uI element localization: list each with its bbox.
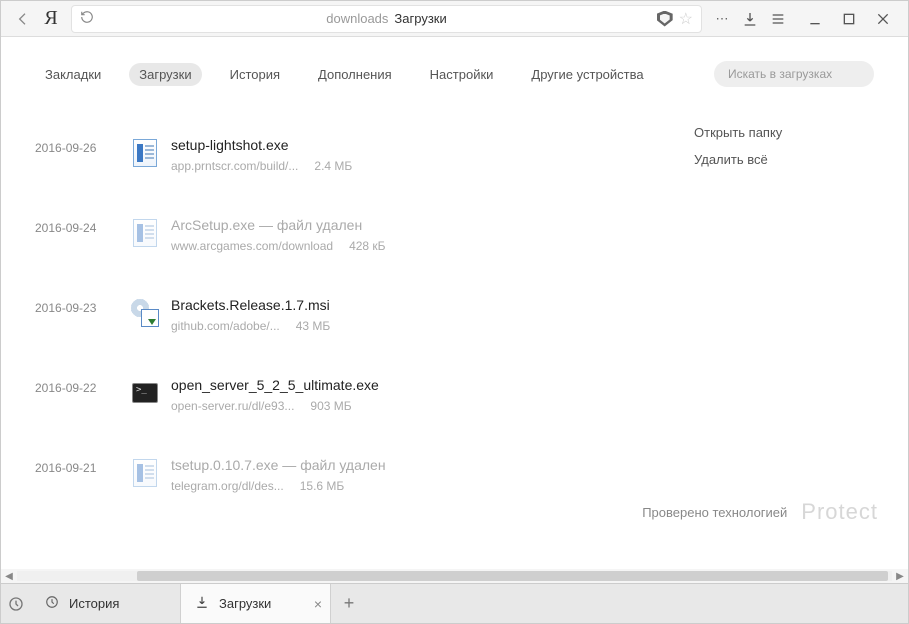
status-bar: Проверено технологией Protect [1, 495, 896, 529]
open-folder-link[interactable]: Открыть папку [694, 125, 874, 140]
yandex-logo[interactable]: Я [37, 5, 65, 33]
download-filename: ArcSetup.exe — файл удален [171, 217, 694, 233]
download-date: 2016-09-22 [35, 377, 129, 413]
status-text: Проверено технологией [642, 505, 787, 520]
downloads-list: 2016-09-26 setup-lightshot.exe app.prntscr… [35, 115, 694, 515]
download-date: 2016-09-26 [35, 137, 129, 173]
download-size: 43 МБ [296, 319, 331, 333]
nav-row: Закладки Загрузки История Дополнения Настрой… [1, 37, 908, 105]
address-title: Загрузки [394, 11, 446, 26]
download-row[interactable]: 2016-09-22 open_server_5_2_5_ultimate.exe… [35, 355, 694, 435]
nav-tab-5[interactable]: Другие устройства [521, 63, 653, 86]
nav-tab-2[interactable]: История [220, 63, 290, 86]
download-size: 428 кБ [349, 239, 385, 253]
doc-icon [129, 137, 161, 169]
window-minimize-button[interactable] [798, 5, 832, 33]
download-size: 2.4 МБ [314, 159, 352, 173]
tab-history[interactable]: История [31, 584, 181, 623]
window-maximize-button[interactable] [832, 5, 866, 33]
close-icon[interactable]: × [314, 596, 322, 612]
history-icon [45, 595, 59, 612]
tab-download[interactable]: Загрузки × [181, 584, 331, 623]
nav-tab-1[interactable]: Загрузки [129, 63, 201, 86]
doc-faded-icon [129, 457, 161, 489]
window-close-button[interactable] [866, 5, 900, 33]
download-filename: setup-lightshot.exe [171, 137, 694, 153]
download-row[interactable]: 2016-09-24 ArcSetup.exe — файл удален www.… [35, 195, 694, 275]
main-menu-button[interactable] [764, 5, 792, 33]
horizontal-scrollbar[interactable]: ◀ ▶ [1, 569, 908, 583]
downloads-side-actions: Открыть папку Удалить всё [694, 115, 874, 515]
tab-label: История [69, 596, 119, 611]
address-bar[interactable]: downloads Загрузки ☆ [71, 5, 702, 33]
page-content: Закладки Загрузки История Дополнения Настрой… [1, 37, 908, 583]
address-protocol: downloads [326, 11, 388, 26]
nav-tab-0[interactable]: Закладки [35, 63, 111, 86]
download-filename: open_server_5_2_5_ultimate.exe [171, 377, 694, 393]
installer-icon [129, 297, 161, 329]
reload-icon[interactable] [80, 10, 94, 27]
download-row[interactable]: 2016-09-23 Brackets.Release.1.7.msi github… [35, 275, 694, 355]
shield-icon[interactable] [657, 11, 673, 27]
download-size: 903 МБ [310, 399, 351, 413]
doc-faded-icon [129, 217, 161, 249]
download-source: telegram.org/dl/des... [171, 479, 284, 493]
tab-strip: История Загрузки × + [1, 583, 908, 623]
download-date: 2016-09-24 [35, 217, 129, 253]
download-filename: tsetup.0.10.7.exe — файл удален [171, 457, 694, 473]
download-row[interactable]: 2016-09-26 setup-lightshot.exe app.prntscr… [35, 115, 694, 195]
download-source: app.prntscr.com/build/... [171, 159, 298, 173]
more-menu-button[interactable]: ⋯ [708, 5, 736, 33]
scroll-right-icon[interactable]: ▶ [892, 571, 908, 582]
delete-all-link[interactable]: Удалить всё [694, 152, 874, 167]
new-tab-button[interactable]: + [331, 584, 367, 623]
download-filename: Brackets.Release.1.7.msi [171, 297, 694, 313]
download-source: github.com/adobe/... [171, 319, 280, 333]
search-placeholder: Искать в загрузках [728, 67, 832, 81]
scroll-left-icon[interactable]: ◀ [1, 571, 17, 582]
search-input[interactable]: Искать в загрузках [714, 61, 874, 87]
browser-toolbar: Я downloads Загрузки ☆ ⋯ [1, 1, 908, 37]
nav-tab-4[interactable]: Настройки [420, 63, 504, 86]
scrollbar-thumb[interactable] [137, 571, 888, 581]
terminal-icon [129, 377, 161, 409]
download-date: 2016-09-23 [35, 297, 129, 333]
download-date: 2016-09-21 [35, 457, 129, 493]
downloads-button[interactable] [736, 5, 764, 33]
download-icon [195, 595, 209, 612]
recent-tabs-button[interactable] [1, 584, 31, 623]
bookmark-star-icon[interactable]: ☆ [679, 9, 693, 29]
back-button[interactable] [9, 5, 37, 33]
protect-brand: Protect [801, 499, 878, 525]
nav-tab-3[interactable]: Дополнения [308, 63, 402, 86]
download-source: www.arcgames.com/download [171, 239, 333, 253]
tab-label: Загрузки [219, 596, 271, 611]
download-source: open-server.ru/dl/e93... [171, 399, 294, 413]
download-size: 15.6 МБ [300, 479, 345, 493]
